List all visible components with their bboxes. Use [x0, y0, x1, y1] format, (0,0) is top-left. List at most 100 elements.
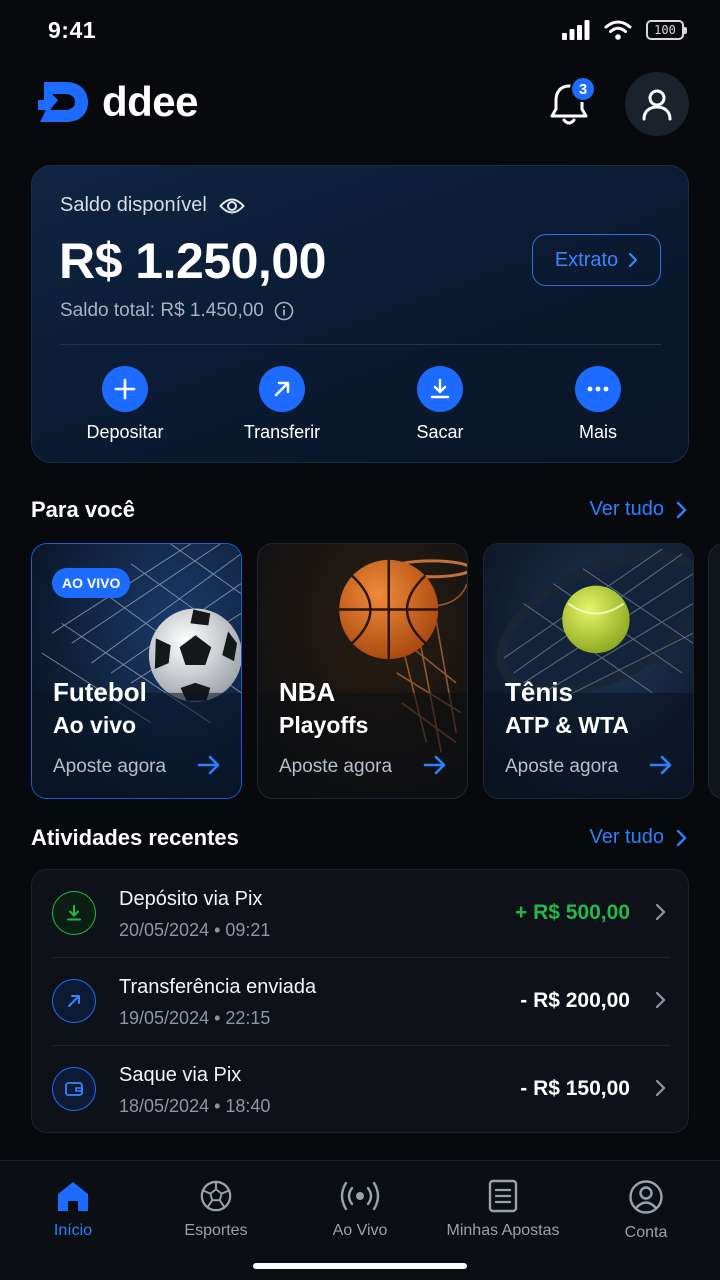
- arrow-up-right-icon: [68, 995, 80, 1007]
- withdraw-label: Sacar: [416, 422, 464, 442]
- profile-button[interactable]: [625, 72, 689, 136]
- promo-title: NBA: [279, 677, 336, 707]
- nav-home[interactable]: Início: [3, 1179, 143, 1240]
- nav-label: Ao Vivo: [332, 1222, 388, 1239]
- balance-label-row: Saldo disponível: [60, 194, 245, 217]
- activity-title: Saque via Pix: [119, 1064, 242, 1086]
- wallet-icon: [65, 1082, 83, 1096]
- promo-subtitle: Playoffs: [279, 712, 369, 738]
- signal-icon: [562, 20, 590, 40]
- nav-account[interactable]: Conta: [576, 1179, 716, 1242]
- promo-cta: Aposte agora: [505, 756, 619, 777]
- for-you-title: Para você: [31, 497, 135, 522]
- more-button[interactable]: Mais: [528, 366, 668, 443]
- statement-label: Extrato: [554, 248, 619, 271]
- live-badge: AO VIVO: [52, 568, 131, 598]
- notifications-button[interactable]: 3: [546, 76, 596, 128]
- transfer-label: Transferir: [243, 422, 321, 442]
- withdraw-button[interactable]: Sacar: [370, 366, 510, 443]
- status-time: 9:41: [48, 17, 97, 43]
- balance-card: Saldo disponível R$ 1.250,00 Saldo total…: [31, 165, 689, 463]
- more-label: Mais: [578, 422, 617, 442]
- chevron-right-icon: [629, 252, 638, 268]
- more-icon: [587, 386, 609, 392]
- promo-title: Futebol: [53, 677, 147, 707]
- balance-label: Saldo disponível: [60, 194, 207, 216]
- info-icon[interactable]: [274, 301, 294, 321]
- chevron-right-icon: [655, 991, 666, 1009]
- account-icon: [629, 1180, 663, 1214]
- arrow-up-right-icon: [274, 381, 290, 397]
- logo-mark-icon: [38, 82, 88, 122]
- arrow-right-icon[interactable]: [423, 754, 447, 776]
- for-you-carousel[interactable]: AO VIVO Futebol Ao vivo Aposte agora NBA…: [0, 543, 720, 801]
- for-you-see-all-label: Ver tudo: [589, 498, 664, 520]
- status-icons: 100: [562, 20, 687, 40]
- promo-card-tennis[interactable]: Tênis ATP & WTA Aposte agora: [483, 543, 694, 799]
- deposit-circle: [102, 366, 148, 412]
- withdraw-status-icon: [52, 1067, 96, 1111]
- nav-live[interactable]: Ao Vivo: [290, 1179, 430, 1240]
- nav-my-bets[interactable]: Minhas Apostas: [433, 1179, 573, 1240]
- promo-card-next[interactable]: [708, 543, 720, 799]
- deposit-label: Depositar: [86, 422, 164, 442]
- user-icon: [642, 89, 672, 121]
- eye-icon[interactable]: [218, 196, 245, 216]
- bottom-navigation: Início Esportes Ao Vivo Minhas Apostas C…: [0, 1160, 720, 1280]
- home-indicator[interactable]: [253, 1263, 467, 1269]
- chevron-right-icon: [655, 1079, 666, 1097]
- activity-title: Transferência enviada: [119, 976, 317, 998]
- nav-label: Esportes: [184, 1222, 248, 1239]
- brand-logo[interactable]: ddee: [38, 78, 199, 126]
- activity-row-deposit[interactable]: Depósito via Pix 20/05/2024 • 09:21 + R$…: [32, 870, 690, 958]
- promo-subtitle: Ao vivo: [53, 712, 137, 738]
- download-icon: [430, 378, 450, 399]
- more-circle: [575, 366, 621, 412]
- plus-icon: [114, 378, 136, 400]
- chevron-right-icon: [676, 829, 687, 846]
- transfer-button[interactable]: Transferir: [212, 366, 352, 443]
- nav-label: Conta: [624, 1224, 668, 1241]
- arrow-right-icon[interactable]: [197, 754, 221, 776]
- recent-activity-list: Depósito via Pix 20/05/2024 • 09:21 + R$…: [31, 869, 689, 1133]
- transfer-status-icon: [52, 979, 96, 1023]
- battery-level: 100: [654, 23, 676, 37]
- chevron-right-icon: [676, 501, 687, 518]
- divider: [60, 344, 661, 345]
- for-you-see-all[interactable]: Ver tudo: [589, 498, 687, 521]
- activity-amount: + R$ 500,00: [514, 901, 630, 924]
- wifi-icon: [604, 20, 632, 40]
- nav-label: Início: [53, 1222, 93, 1239]
- promo-cta: Aposte agora: [53, 756, 167, 777]
- activity-title: Depósito via Pix: [119, 888, 263, 910]
- document-icon: [488, 1179, 518, 1213]
- balance-amount: R$ 1.250,00: [59, 233, 326, 289]
- balance-total-row: Saldo total: R$ 1.450,00: [60, 300, 294, 322]
- promo-card-nba[interactable]: NBA Playoffs Aposte agora: [257, 543, 468, 799]
- brand-name: ddee: [102, 78, 199, 125]
- activity-row-withdraw[interactable]: Saque via Pix 18/05/2024 • 18:40 - R$ 15…: [32, 1046, 690, 1134]
- live-icon: [340, 1181, 380, 1211]
- arrow-right-icon[interactable]: [649, 754, 673, 776]
- balance-total: Saldo total: R$ 1.450,00: [60, 300, 264, 321]
- recent-header: Atividades recentes Ver tudo: [31, 825, 689, 855]
- statement-button[interactable]: Extrato: [532, 234, 661, 286]
- activity-date: 20/05/2024 • 09:21: [119, 920, 271, 940]
- home-icon: [58, 1182, 88, 1211]
- quick-actions: Depositar Transferir Sacar Mais: [32, 366, 690, 446]
- nav-sports[interactable]: Esportes: [146, 1179, 286, 1240]
- deposit-status-icon: [52, 891, 96, 935]
- promo-subtitle: ATP & WTA: [505, 712, 629, 738]
- nav-label: Minhas Apostas: [446, 1222, 560, 1239]
- withdraw-circle: [417, 366, 463, 412]
- battery-icon: 100: [646, 20, 687, 40]
- activity-row-transfer[interactable]: Transferência enviada 19/05/2024 • 22:15…: [32, 958, 690, 1046]
- recent-title: Atividades recentes: [31, 825, 239, 850]
- activity-date: 19/05/2024 • 22:15: [119, 1008, 271, 1028]
- app-header: ddee 3: [0, 72, 720, 136]
- recent-see-all[interactable]: Ver tudo: [589, 826, 687, 849]
- activity-date: 18/05/2024 • 18:40: [119, 1096, 271, 1116]
- deposit-button[interactable]: Depositar: [55, 366, 195, 443]
- activity-amount: - R$ 150,00: [520, 1077, 630, 1100]
- promo-card-football[interactable]: AO VIVO Futebol Ao vivo Aposte agora: [31, 543, 242, 799]
